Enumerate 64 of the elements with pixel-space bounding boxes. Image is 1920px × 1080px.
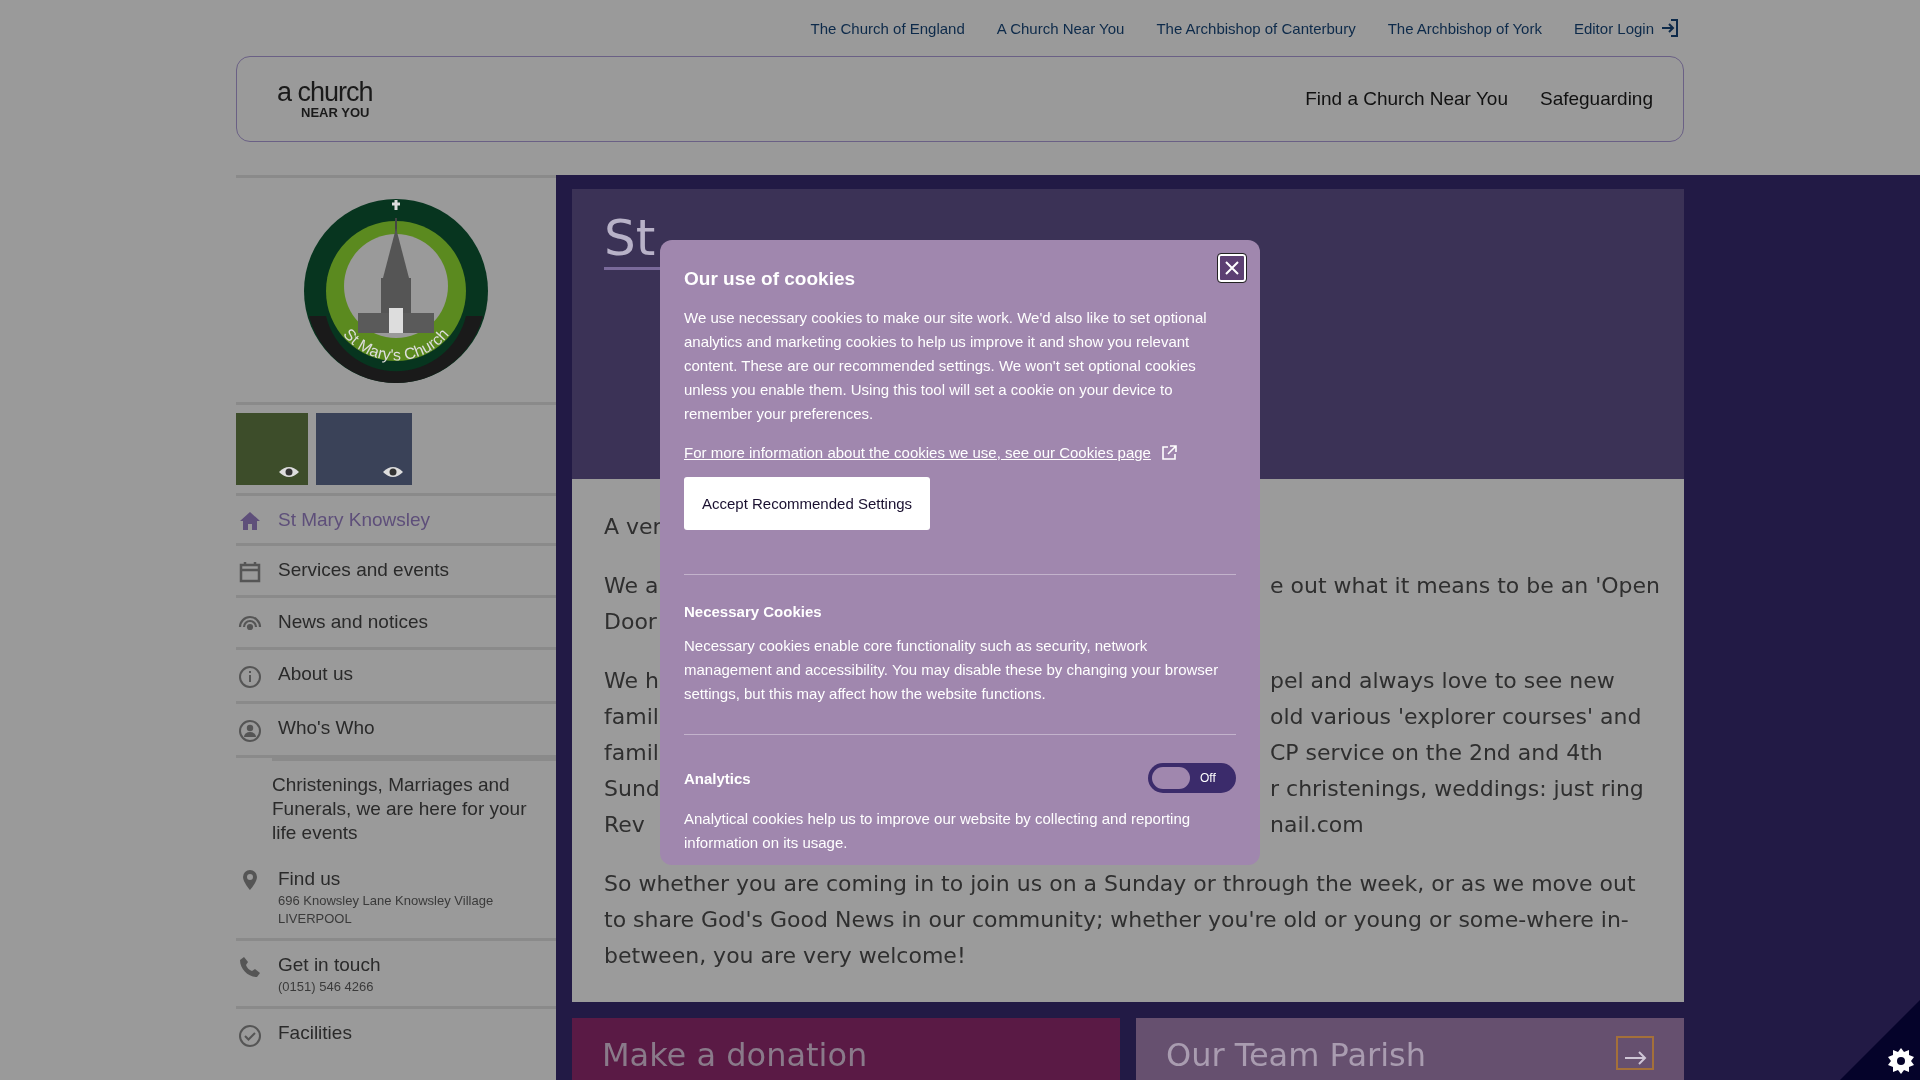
contact-detail: LIVERPOOL	[278, 911, 353, 926]
paragraph-fragment: We a	[604, 572, 660, 600]
person-icon	[238, 719, 262, 743]
paragraph-fragment: r christenings, weddings: just ring	[1270, 775, 1645, 803]
section-title: Analytics	[684, 769, 751, 787]
paragraph-fragment: We h	[604, 667, 660, 695]
section-title: Necessary Cookies	[684, 603, 822, 620]
paragraph-fragment: Sund	[604, 775, 660, 803]
arrow-box-icon	[1616, 1036, 1654, 1070]
sidebar-link[interactable]: About us	[278, 663, 353, 685]
contact-detail: 696 Knowsley Lane Knowsley Village	[278, 893, 494, 908]
check-circle-icon	[238, 1024, 262, 1048]
cookies-page-link[interactable]: For more information about the cookies we use, see our Cookies page	[684, 444, 1177, 461]
location-pin-icon	[242, 870, 258, 890]
external-link-icon	[1160, 444, 1177, 461]
paragraph-fragment: Rev	[604, 811, 646, 839]
card-title: Make a donation	[602, 1036, 868, 1074]
paragraph: So whether you are coming in to join us on a Sunday or through the week, or as we move out to share God's Good News in our community; whether you're old or young or some-where in-between, you are very welcome!	[604, 870, 1637, 970]
sidebar-link[interactable]: Facilities	[278, 1022, 352, 1044]
close-button[interactable]	[1218, 254, 1246, 282]
promo-card[interactable]: Our Team Parish	[1136, 1018, 1684, 1080]
info-icon	[238, 665, 262, 689]
contact-detail: (0151) 546 4266	[278, 979, 375, 994]
calendar-icon	[239, 561, 261, 583]
section-text: Analytical cookies help us to improve our website by collecting and reporting information on its usage.	[684, 809, 1192, 853]
paragraph-fragment: pel and always love to see new	[1270, 667, 1616, 695]
paragraph-fragment: Door	[604, 608, 658, 636]
home-icon	[239, 511, 261, 531]
accept-button[interactable]: Accept Recommended Settings	[684, 477, 931, 530]
sidebar-link[interactable]: Find us	[278, 868, 494, 890]
promo-card[interactable]: Make a donation	[572, 1018, 1120, 1080]
editor-login-link[interactable]: Editor Login	[1573, 18, 1680, 38]
nav-link[interactable]: Safeguarding	[1539, 88, 1653, 110]
eye-icon	[382, 465, 404, 479]
sidebar-link[interactable]: Get in touch	[278, 954, 381, 976]
login-arrow-icon	[1660, 18, 1680, 38]
sidebar-link[interactable]: Services and events	[278, 559, 450, 581]
paragraph-fragment: e out what it means to be an 'Open	[1270, 572, 1660, 600]
sidebar-link[interactable]: News and notices	[278, 611, 428, 633]
card-title: Our Team Parish	[1166, 1036, 1426, 1074]
dialog-text: We use necessary cookies to make our site work. We'd also like to set optional analytics and marketing cookies to help us improve it and show you relevant content. These are our recommended settings. We won't set optional cookies unless you enable them. Using this tool will set a cookie on your device to remember your preferences.	[684, 308, 1208, 424]
top-link[interactable]: The Archbishop of Canterbury	[1156, 19, 1356, 37]
close-icon	[1224, 260, 1240, 276]
sidebar-link[interactable]: Who's Who	[278, 717, 375, 739]
paragraph-fragment: famil	[604, 703, 660, 731]
paragraph-fragment: nail.com	[1270, 811, 1365, 839]
top-link[interactable]: The Archbishop of York	[1387, 19, 1542, 37]
eye-icon	[278, 465, 300, 479]
paragraph-fragment: old various 'explorer courses' and	[1270, 703, 1643, 731]
photo-thumbnail[interactable]	[236, 413, 308, 485]
photo-thumbnail[interactable]	[316, 413, 412, 485]
nav-link[interactable]: Find a Church Near You	[1305, 88, 1508, 110]
sidebar-link[interactable]: St Mary Knowsley	[278, 509, 431, 531]
toggle-switch[interactable]: Off	[1148, 763, 1236, 793]
paragraph-fragment: famil	[604, 739, 660, 767]
phone-icon	[239, 956, 261, 978]
paragraph-fragment: A ver	[604, 513, 660, 541]
gear-icon	[1888, 1048, 1914, 1074]
paragraph-fragment: CP service on the 2nd and 4th	[1270, 739, 1604, 767]
top-link[interactable]: A Church Near You	[996, 19, 1125, 37]
dialog-title: Our use of cookies	[684, 268, 857, 290]
site-logo[interactable]: a church NEAR YOU	[277, 79, 373, 119]
top-link[interactable]: The Church of England	[810, 19, 965, 37]
section-text: Necessary cookies enable core functionality such as security, network management and accessibility. You may disable these by changing your browser settings, but this may affect how the website functions.	[684, 636, 1220, 704]
